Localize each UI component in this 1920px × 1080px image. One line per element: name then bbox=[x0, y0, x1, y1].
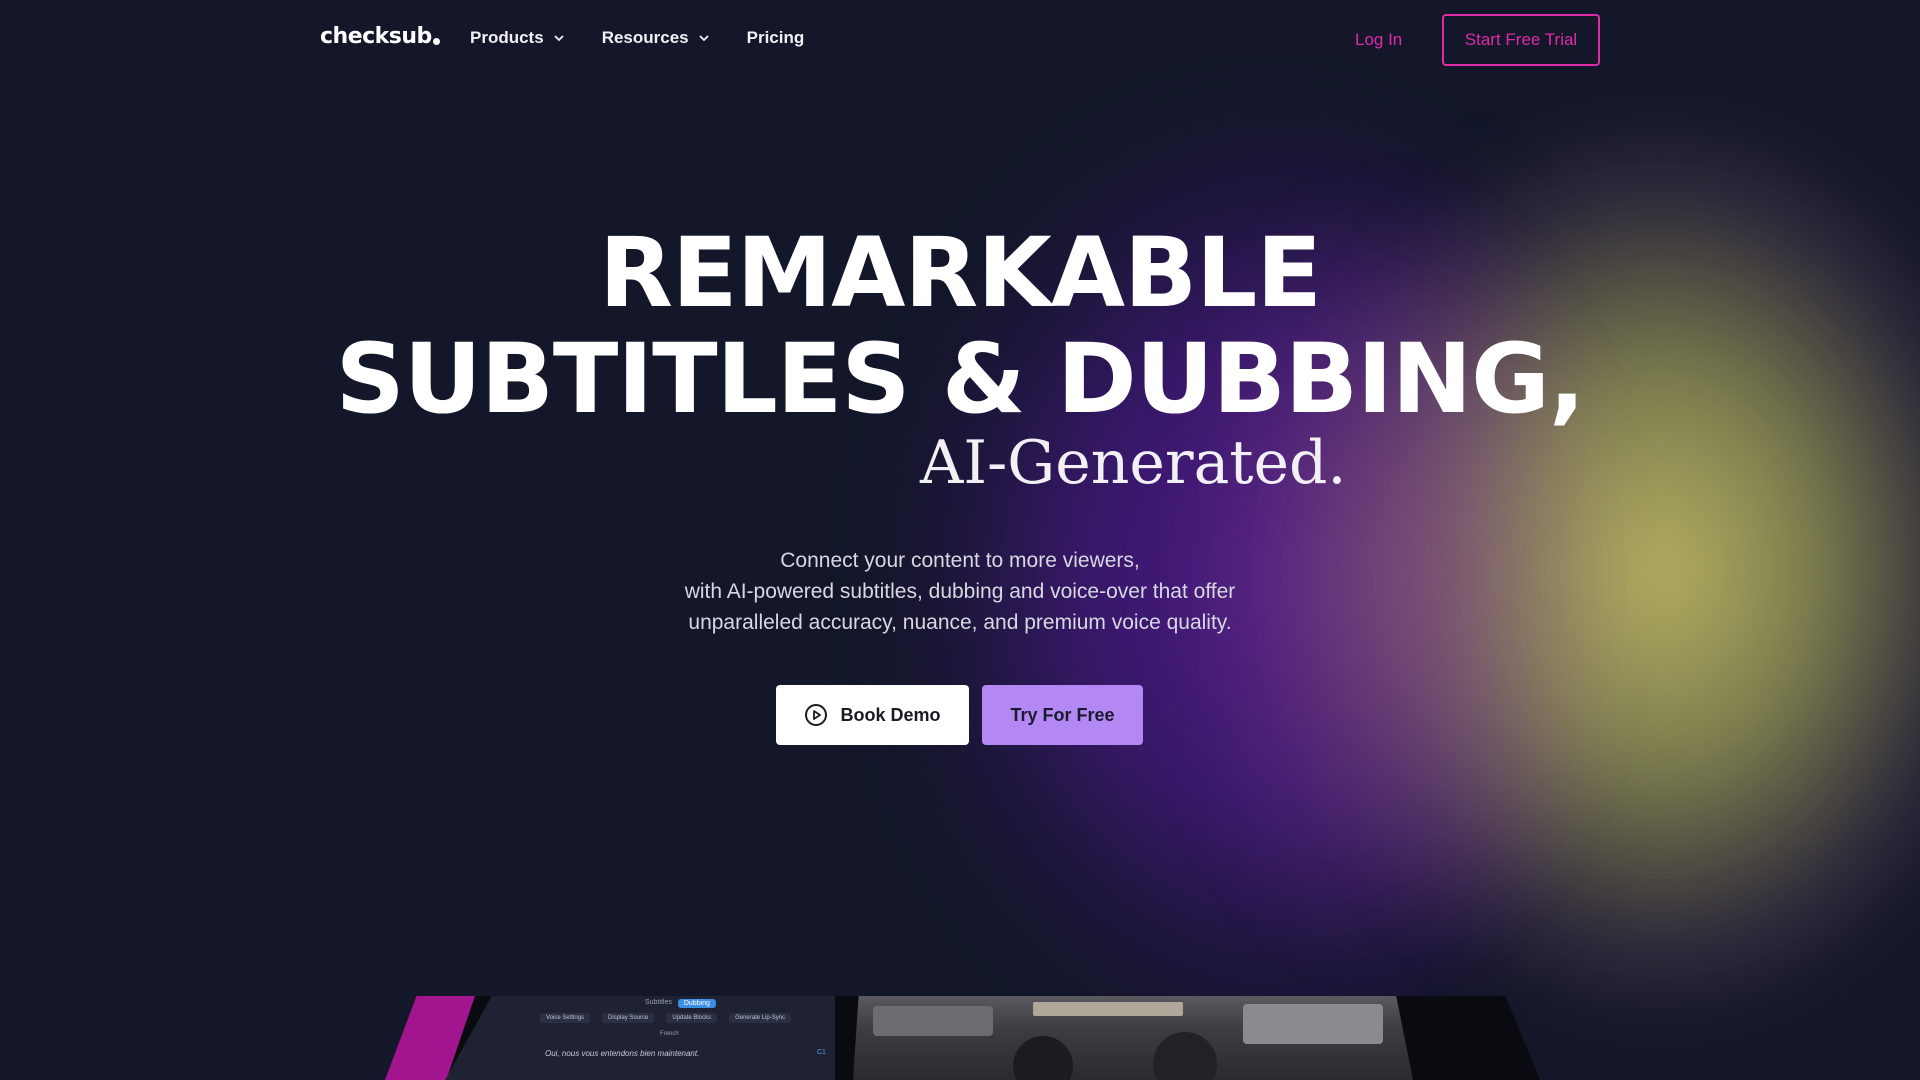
nav-item-pricing[interactable]: Pricing bbox=[747, 28, 805, 48]
video-person-shape bbox=[1153, 1032, 1217, 1080]
language-select[interactable]: French bbox=[660, 1031, 679, 1037]
hero-subtitle-line: with AI-powered subtitles, dubbing and v… bbox=[684, 580, 1236, 603]
video-scene-shape bbox=[1033, 1002, 1183, 1016]
try-for-free-button[interactable]: Try For Free bbox=[982, 685, 1143, 745]
hero-title-line-1: REMARKABLE bbox=[599, 217, 1322, 329]
hero-subtitle-line: Connect your content to more viewers, bbox=[780, 549, 1140, 572]
hero-subtitle-line: unparalleled accuracy, nuance, and premi… bbox=[688, 611, 1232, 634]
editor-tab-subtitles[interactable]: Subtitles bbox=[645, 999, 672, 1008]
editor-tab-dubbing[interactable]: Dubbing bbox=[677, 999, 716, 1008]
logo-dot-icon bbox=[432, 38, 440, 45]
logo-text: checksub bbox=[320, 24, 432, 49]
hero-title-line-2: SUBTITLES & DUBBING, bbox=[335, 323, 1586, 435]
video-scene-shape bbox=[1243, 1004, 1383, 1044]
nav-item-label: Products bbox=[470, 28, 544, 47]
nav-item-label: Resources bbox=[601, 28, 689, 47]
play-circle-icon bbox=[805, 704, 828, 726]
preview-video-frame bbox=[853, 996, 1413, 1080]
hero-title-script: AI-Generated. bbox=[920, 428, 1347, 498]
generate-lip-sync-button[interactable]: Generate Lip-Sync bbox=[729, 1013, 792, 1023]
login-link[interactable]: Log In bbox=[1355, 30, 1402, 50]
hero-subtitle: Connect your content to more viewers, wi… bbox=[0, 545, 1920, 638]
hero-title: REMARKABLE SUBTITLES & DUBBING, bbox=[0, 220, 1920, 432]
book-demo-button[interactable]: Book Demo bbox=[776, 685, 969, 745]
logo[interactable]: checksub bbox=[320, 24, 440, 49]
video-scene-shape bbox=[873, 1006, 993, 1036]
start-free-trial-button[interactable]: Start Free Trial bbox=[1442, 14, 1600, 66]
chevron-down-icon bbox=[554, 35, 564, 42]
video-person-shape bbox=[1013, 1036, 1073, 1080]
page: checksub Products Resources Pricing Log … bbox=[0, 0, 1920, 1080]
nav-item-resources[interactable]: Resources bbox=[602, 28, 711, 48]
display-source-button[interactable]: Display Source bbox=[602, 1013, 655, 1023]
product-preview: Subtitles Dubbing Voice Settings Display… bbox=[385, 996, 1540, 1080]
nav-item-label: Pricing bbox=[746, 28, 805, 47]
cta-row: Book Demo Try For Free bbox=[776, 685, 1143, 745]
preview-editor-panel: Subtitles Dubbing Voice Settings Display… bbox=[445, 996, 835, 1080]
book-demo-label: Book Demo bbox=[840, 704, 941, 725]
voice-settings-button[interactable]: Voice Settings bbox=[540, 1013, 591, 1023]
nav-item-products[interactable]: Products bbox=[470, 28, 566, 48]
chevron-down-icon bbox=[698, 35, 709, 42]
site-header: checksub Products Resources Pricing Log … bbox=[0, 0, 1920, 80]
update-blocks-button[interactable]: Update Blocks bbox=[666, 1013, 718, 1023]
main-nav: Products Resources Pricing bbox=[470, 28, 804, 48]
editor-toolbar: Voice Settings Display Source Update Blo… bbox=[540, 1013, 792, 1023]
speaker-tag: C1 bbox=[817, 1049, 826, 1056]
subtitle-line-text[interactable]: Oui, nous vous entendons bien maintenant… bbox=[545, 1049, 699, 1058]
editor-tabs: Subtitles Dubbing bbox=[645, 999, 716, 1008]
